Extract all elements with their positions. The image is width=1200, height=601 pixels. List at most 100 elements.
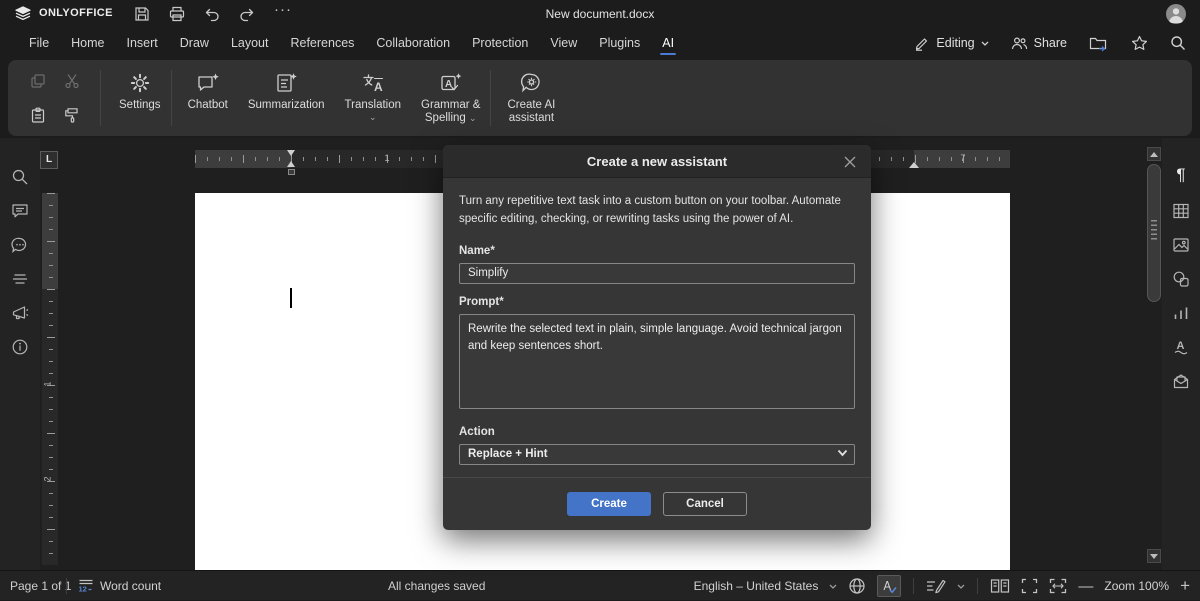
table-settings-icon[interactable] <box>1172 202 1190 220</box>
ruler-label: 7 <box>958 153 968 163</box>
cancel-button[interactable]: Cancel <box>663 492 747 516</box>
tab-draw[interactable]: Draw <box>169 30 220 56</box>
ruler-ticks-major <box>47 193 55 565</box>
image-settings-icon[interactable] <box>1172 236 1190 254</box>
mail-merge-icon[interactable] <box>1172 372 1190 390</box>
track-changes-chevron-icon[interactable] <box>957 584 965 589</box>
undo-icon[interactable] <box>203 5 221 23</box>
first-line-indent-marker[interactable] <box>287 150 295 156</box>
track-changes-icon[interactable] <box>926 578 946 594</box>
arrow-up-icon <box>1150 152 1158 157</box>
hanging-indent-marker[interactable] <box>287 161 295 167</box>
fit-to-page-icon[interactable] <box>1021 578 1038 594</box>
assistant-name-input[interactable] <box>459 263 855 284</box>
translation-icon: A <box>361 72 385 94</box>
assistant-prompt-textarea[interactable]: Rewrite the selected text in plain, simp… <box>459 314 855 409</box>
open-file-location-icon[interactable] <box>1089 35 1109 52</box>
paste-icon[interactable] <box>30 107 46 123</box>
zoom-in-button[interactable]: + <box>1180 576 1190 596</box>
translation-button[interactable]: A Translation ⌄ <box>335 64 411 132</box>
find-icon[interactable] <box>11 168 29 186</box>
more-actions-icon[interactable]: ··· <box>274 1 292 19</box>
ai-toolbar: Settings Chatbot Summarization A Transla… <box>8 60 1192 136</box>
fit-to-width-icon[interactable] <box>1049 578 1067 594</box>
editing-mode-button[interactable]: Editing <box>914 35 988 51</box>
chart-settings-icon[interactable] <box>1172 304 1190 322</box>
tab-protection[interactable]: Protection <box>461 30 539 56</box>
scroll-down-button[interactable] <box>1147 549 1161 563</box>
statusbar-separator <box>66 578 67 594</box>
info-icon[interactable] <box>11 338 29 356</box>
svg-text:A: A <box>445 79 452 90</box>
tab-file[interactable]: File <box>18 30 60 56</box>
page-indicator: Page 1 of 1 <box>10 571 71 601</box>
clipboard-group <box>30 73 80 123</box>
text-art-settings-icon[interactable]: A <box>1172 338 1190 356</box>
zoom-out-button[interactable]: — <box>1078 578 1093 595</box>
comments-icon[interactable] <box>11 202 29 220</box>
set-language-globe-icon[interactable] <box>848 577 866 595</box>
format-painter-icon[interactable] <box>64 107 80 123</box>
ai-settings-button[interactable]: Settings <box>109 64 171 132</box>
statusbar-separator <box>977 578 978 594</box>
create-ai-assistant-button[interactable]: Create AI assistant <box>497 64 565 132</box>
word-count-button[interactable]: Word count <box>100 571 161 601</box>
grammar-chevron-icon: ⌄ <box>469 113 477 123</box>
vertical-scrollbar[interactable] <box>1146 138 1162 570</box>
save-icon[interactable] <box>133 5 151 23</box>
tab-home[interactable]: Home <box>60 30 115 56</box>
two-page-view-icon[interactable] <box>990 578 1010 594</box>
right-indent-marker[interactable] <box>909 162 919 168</box>
vertical-ruler[interactable]: 1 2 <box>42 193 58 565</box>
paragraph-settings-icon[interactable]: ¶ <box>1172 166 1190 184</box>
svg-text:12: 12 <box>79 585 87 594</box>
dialog-header[interactable]: Create a new assistant <box>443 145 871 178</box>
scrollbar-thumb[interactable] <box>1147 164 1161 302</box>
toolbar-separator <box>100 70 101 126</box>
tab-stop-selector[interactable]: L <box>40 151 58 169</box>
create-assistant-dialog: Create a new assistant Turn any repetiti… <box>443 145 871 530</box>
grammar-label-line2: Spelling ⌄ <box>425 112 477 125</box>
favorite-star-icon[interactable] <box>1131 35 1148 51</box>
document-mode-controls: Editing Share <box>914 28 1186 58</box>
ruler-label: 2 <box>43 476 53 481</box>
app-brand: ONLYOFFICE <box>14 5 113 21</box>
word-count-icon[interactable]: 12 <box>78 578 94 594</box>
print-icon[interactable] <box>168 5 186 23</box>
summarization-label: Summarization <box>248 99 325 112</box>
chatbot-button[interactable]: Chatbot <box>178 64 238 132</box>
cut-icon[interactable] <box>64 73 80 89</box>
language-selector[interactable]: English – United States <box>694 579 819 593</box>
tab-insert[interactable]: Insert <box>116 30 169 56</box>
action-select[interactable]: Replace + Hint <box>459 444 855 465</box>
close-icon <box>844 156 856 168</box>
tab-plugins[interactable]: Plugins <box>588 30 651 56</box>
tab-references[interactable]: References <box>279 30 365 56</box>
summarization-button[interactable]: Summarization <box>238 64 335 132</box>
user-avatar[interactable] <box>1166 4 1186 24</box>
share-button[interactable]: Share <box>1011 36 1067 51</box>
dialog-title: Create a new assistant <box>443 145 871 178</box>
tab-view[interactable]: View <box>539 30 588 56</box>
chevron-down-icon <box>981 41 989 46</box>
ruler-label: 1 <box>382 153 392 163</box>
tab-collaboration[interactable]: Collaboration <box>365 30 461 56</box>
feedback-icon[interactable] <box>11 304 29 322</box>
copy-icon[interactable] <box>30 73 46 89</box>
pencil-icon <box>914 35 930 51</box>
zoom-level[interactable]: Zoom 100% <box>1104 579 1169 593</box>
search-icon[interactable] <box>1170 35 1186 51</box>
spell-checking-toggle[interactable] <box>877 575 901 597</box>
chat-icon[interactable] <box>11 236 29 254</box>
scroll-up-button[interactable] <box>1147 147 1161 161</box>
left-indent-marker[interactable] <box>288 169 295 175</box>
language-chevron-icon[interactable] <box>829 584 837 589</box>
headings-icon[interactable] <box>11 270 29 288</box>
tab-ai[interactable]: AI <box>651 30 685 56</box>
redo-icon[interactable] <box>238 5 256 23</box>
dialog-close-button[interactable] <box>838 145 862 178</box>
create-button[interactable]: Create <box>567 492 651 516</box>
tab-layout[interactable]: Layout <box>220 30 280 56</box>
grammar-spelling-button[interactable]: A Grammar & Spelling ⌄ <box>411 64 490 132</box>
shape-settings-icon[interactable] <box>1172 270 1190 288</box>
